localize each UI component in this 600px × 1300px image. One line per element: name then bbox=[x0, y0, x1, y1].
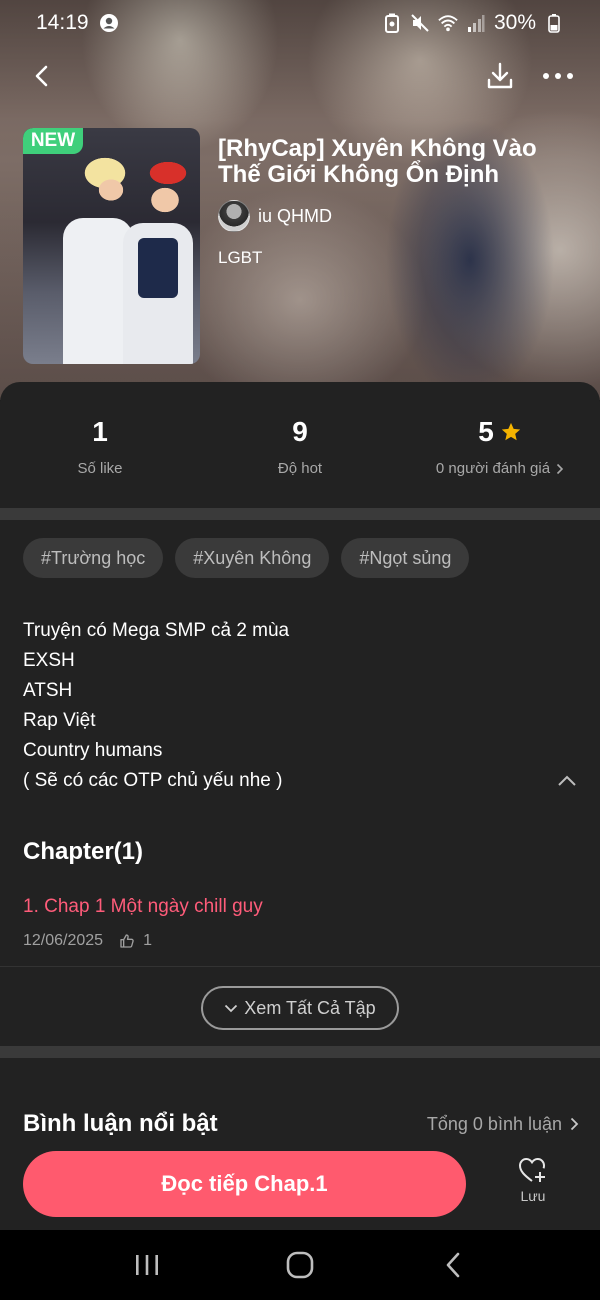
row-divider bbox=[0, 966, 600, 967]
tag-chip[interactable]: #Xuyên Không bbox=[175, 538, 330, 578]
status-time: 14:19 bbox=[36, 11, 89, 34]
stats-row: 1 Số like 9 Độ hot 5 0 người đánh giá bbox=[0, 414, 600, 504]
continue-reading-button[interactable]: Đọc tiếp Chap.1 bbox=[23, 1151, 466, 1217]
system-back-icon bbox=[447, 1252, 460, 1278]
comments-total-link[interactable]: Tổng 0 bình luận bbox=[427, 1114, 579, 1135]
back-button[interactable] bbox=[20, 54, 64, 98]
chapter-likes: 1 bbox=[143, 932, 152, 949]
heart-plus-icon bbox=[518, 1157, 546, 1182]
save-button[interactable]: Lưu bbox=[505, 1156, 561, 1216]
description-line: EXSH bbox=[23, 650, 75, 671]
section-divider bbox=[0, 1046, 600, 1058]
system-nav-bar bbox=[0, 1230, 600, 1300]
description-line: Country humans bbox=[23, 740, 163, 761]
battery-percent: 30% bbox=[493, 11, 536, 34]
chapter-meta: 12/06/2025 1 bbox=[23, 932, 152, 950]
back-arrow-icon bbox=[35, 65, 48, 87]
author-name: iu QHMD bbox=[258, 205, 333, 226]
comments-header: Bình luận nổi bật Tổng 0 bình luận bbox=[23, 1110, 579, 1138]
home-icon bbox=[286, 1251, 314, 1279]
chapter-link[interactable]: 1. Chap 1 Một ngày chill guy bbox=[23, 896, 263, 918]
rating-label: 0 người đánh giá bbox=[435, 460, 551, 477]
new-badge: NEW bbox=[23, 128, 83, 154]
stat-rating[interactable]: 5 0 người đánh giá bbox=[400, 414, 600, 504]
signal-icon bbox=[466, 13, 486, 33]
cover-image[interactable]: NEW bbox=[23, 128, 200, 364]
author-row[interactable]: iu QHMD bbox=[218, 200, 578, 232]
story-info: [RhyCap] Xuyên Không Vào Thế Giới Không … bbox=[218, 136, 578, 268]
chapter-date: 12/06/2025 bbox=[23, 932, 104, 949]
rating-value: 5 bbox=[478, 416, 494, 447]
status-bar: 14:19 30% bbox=[0, 0, 600, 46]
wifi-icon bbox=[438, 13, 458, 33]
see-all-chapters-button[interactable]: Xem Tất Cả Tập bbox=[201, 986, 399, 1030]
story-title: [RhyCap] Xuyên Không Vào Thế Giới Không … bbox=[218, 135, 537, 188]
chevron-right-icon bbox=[570, 1117, 579, 1131]
recent-apps-icon bbox=[135, 1255, 158, 1275]
hot-label: Độ hot bbox=[277, 460, 323, 477]
avatar bbox=[218, 200, 250, 232]
genre-label: LGBT bbox=[218, 248, 263, 267]
chevron-right-icon bbox=[556, 463, 564, 474]
thumbs-up-icon bbox=[120, 934, 134, 948]
likes-value: 1 bbox=[92, 416, 108, 447]
description-line: Rap Việt bbox=[23, 710, 96, 731]
tag-list: #Trường học #Xuyên Không #Ngọt sủng bbox=[23, 538, 470, 578]
description-line: Truyện có Mega SMP cả 2 mùa bbox=[23, 620, 290, 641]
chevron-down-icon bbox=[225, 1004, 238, 1012]
chapter-heading: Chapter(1) bbox=[23, 838, 144, 865]
system-back-button[interactable] bbox=[423, 1235, 483, 1295]
stat-likes: 1 Số like bbox=[0, 414, 200, 504]
account-icon bbox=[99, 13, 119, 33]
chevron-up-icon bbox=[558, 775, 576, 786]
comments-title: Bình luận nổi bật bbox=[23, 1110, 218, 1137]
download-icon bbox=[487, 62, 513, 89]
home-button[interactable] bbox=[270, 1235, 330, 1295]
tag-chip[interactable]: #Ngọt sủng bbox=[341, 538, 470, 578]
stat-hot: 9 Độ hot bbox=[200, 414, 400, 504]
more-icon bbox=[543, 73, 573, 79]
battery-saver-icon bbox=[382, 13, 402, 33]
recent-apps-button[interactable] bbox=[117, 1235, 177, 1295]
download-button[interactable] bbox=[478, 54, 522, 98]
hot-value: 9 bbox=[292, 416, 308, 447]
see-all-label: Xem Tất Cả Tập bbox=[244, 997, 376, 1018]
battery-icon bbox=[544, 13, 564, 33]
description: Truyện có Mega SMP cả 2 mùa EXSH ATSH Ra… bbox=[23, 616, 543, 796]
section-divider bbox=[0, 508, 600, 520]
star-icon bbox=[501, 422, 520, 441]
mute-icon bbox=[410, 13, 430, 33]
description-line: ATSH bbox=[23, 680, 73, 701]
bottom-action-bar: Đọc tiếp Chap.1 Lưu bbox=[0, 1138, 600, 1230]
tag-chip[interactable]: #Trường học bbox=[23, 538, 164, 578]
description-line: ( Sẽ có các OTP chủ yếu nhe ) bbox=[23, 770, 283, 791]
save-label: Lưu bbox=[520, 1188, 546, 1204]
top-nav bbox=[0, 54, 600, 98]
collapse-description-button[interactable] bbox=[552, 766, 582, 796]
comments-total: Tổng 0 bình luận bbox=[426, 1113, 562, 1134]
likes-label: Số like bbox=[77, 460, 123, 477]
more-button[interactable] bbox=[536, 54, 580, 98]
